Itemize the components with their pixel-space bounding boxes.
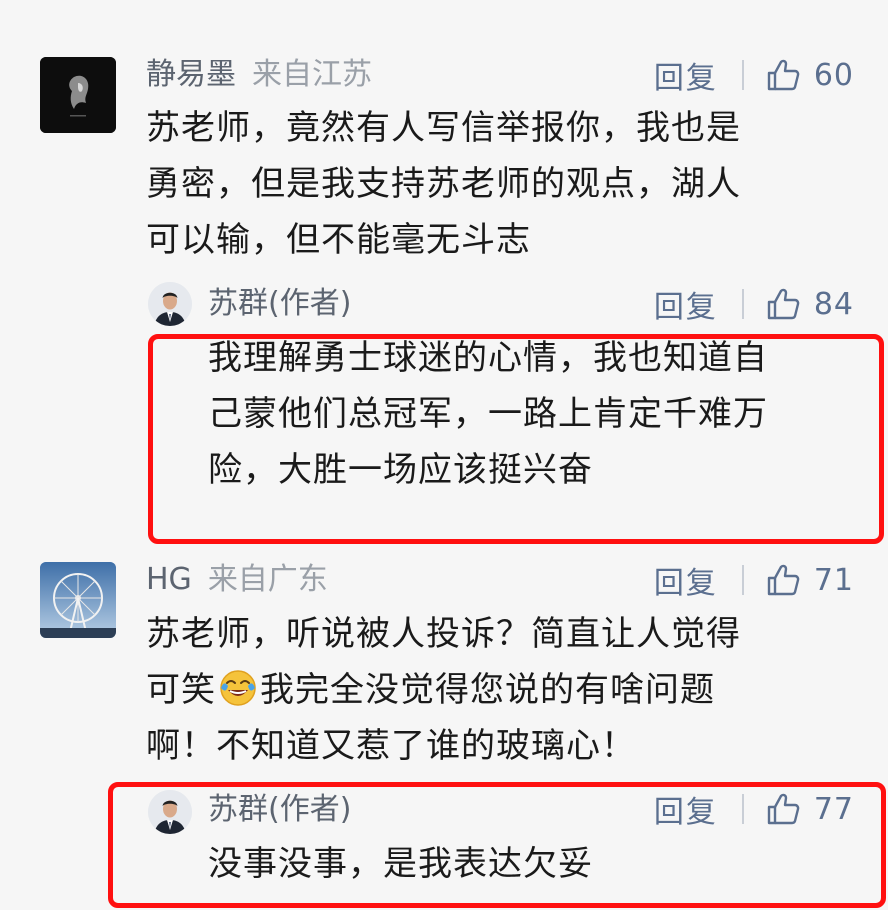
ferris-wheel-avatar-icon <box>40 562 116 638</box>
divider <box>741 794 744 824</box>
man-in-suit-avatar-icon <box>148 282 192 326</box>
like-count: 71 <box>813 562 854 598</box>
laughing-crying-emoji-icon <box>220 670 256 706</box>
comment-text-line: 啊！不知道又惹了谁的玻璃心！ <box>146 726 636 766</box>
reply-actions: 回复 84 <box>654 282 854 326</box>
commenter-location: 来自江苏 <box>252 57 372 92</box>
author-avatar[interactable] <box>148 282 192 326</box>
reply-button[interactable]: 回复 <box>654 787 718 831</box>
comment-text-line: 苏老师，听说被人投诉？简直让人觉得 <box>146 614 741 654</box>
commenter-avatar[interactable] <box>40 57 116 133</box>
like-count: 60 <box>813 57 854 93</box>
comment-thread-page: 静易墨 来自江苏 回复 60 苏老师，竟然有人写信举报你，我也是 勇密，但是我支持… <box>0 0 888 910</box>
reply-text: 我理解勇士球迷的心情，我也知道自 己蒙他们总冠军，一路上肯定千难万 险，大胜一场… <box>208 338 768 490</box>
commenter-name[interactable]: HG <box>146 562 192 597</box>
reply-button[interactable]: 回复 <box>654 558 718 602</box>
commenter-avatar[interactable] <box>40 562 116 638</box>
commenter-location: 来自广东 <box>207 562 328 597</box>
divider <box>741 289 744 319</box>
comment-header: HG 来自广东 <box>146 562 328 598</box>
comment-text: 苏老师，听说被人投诉？简直让人觉得 可笑 我完全没觉得您说的有啥问题 啊！不知道… <box>146 606 866 774</box>
reply-header: 苏群(作者) <box>208 286 351 322</box>
divider <box>741 565 744 595</box>
comment-text-line: 可笑 我完全没觉得您说的有啥问题 <box>146 662 866 718</box>
reply-button[interactable]: 回复 <box>654 53 718 97</box>
dark-statue-avatar-icon <box>40 57 116 133</box>
man-in-suit-avatar-icon <box>148 790 192 834</box>
thumbs-up-icon[interactable] <box>766 287 800 321</box>
reply-text: 没事没事，是我表达欠妥 <box>208 844 593 884</box>
comment-text-fragment: 可笑 <box>146 670 216 710</box>
like-count: 84 <box>813 286 854 322</box>
thumbs-up-icon[interactable] <box>766 58 800 92</box>
reply-button[interactable]: 回复 <box>654 282 718 326</box>
comment-header: 静易墨 来自江苏 <box>146 57 372 93</box>
author-name[interactable]: 苏群(作者) <box>208 286 351 321</box>
author-name[interactable]: 苏群(作者) <box>208 792 351 827</box>
reply-header: 苏群(作者) <box>208 792 351 828</box>
comment-text-fragment: 我完全没觉得您说的有啥问题 <box>260 670 715 710</box>
thumbs-up-icon[interactable] <box>766 792 800 826</box>
commenter-name[interactable]: 静易墨 <box>146 57 236 92</box>
reply-actions: 回复 77 <box>654 787 854 831</box>
divider <box>741 60 744 90</box>
comment-actions: 回复 60 <box>654 53 854 97</box>
like-count: 77 <box>813 791 854 827</box>
thumbs-up-icon[interactable] <box>766 563 800 597</box>
comment-text: 苏老师，竟然有人写信举报你，我也是 勇密，但是我支持苏老师的观点，湖人 可以输，… <box>146 108 741 260</box>
comment-actions: 回复 71 <box>654 558 854 602</box>
author-avatar[interactable] <box>148 790 192 834</box>
